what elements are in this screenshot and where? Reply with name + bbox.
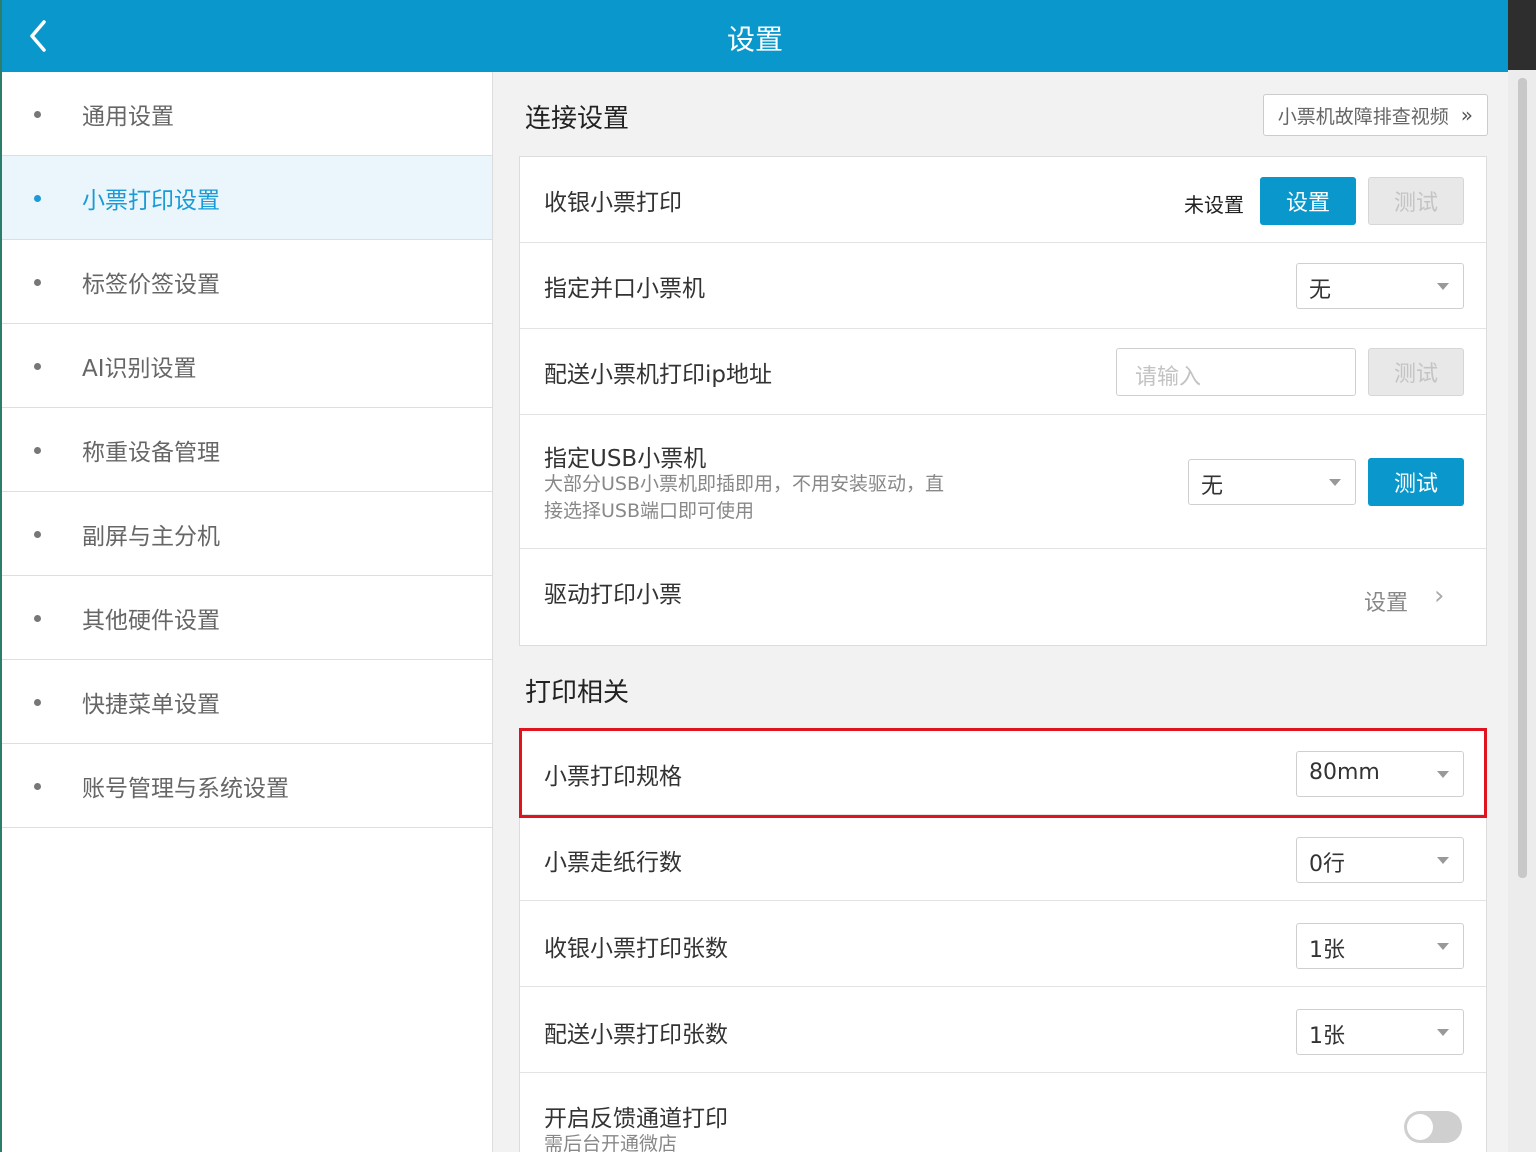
cashier-copies-select[interactable]: 1张 (1296, 923, 1464, 969)
feedback-hint: 需后台开通微店 (544, 1133, 678, 1152)
settings-sidebar: 通用设置 小票打印设置 标签价签设置 AI识别设置 称重设备管理 副屏与主分机 … (2, 72, 493, 1152)
print-spec-select[interactable]: 80mm (1296, 751, 1464, 797)
bullet-icon (34, 783, 41, 790)
caret-down-icon (1437, 283, 1449, 290)
row-delivery-copies: 配送小票打印张数 1张 (520, 987, 1486, 1073)
sidebar-item-scale[interactable]: 称重设备管理 (2, 408, 492, 492)
settings-content: 连接设置 小票机故障排查视频 » 收银小票打印 未设置 设置 测试 指定并口小票… (493, 72, 1508, 1152)
caret-down-icon (1437, 771, 1449, 778)
chevron-right-icon: › (1434, 581, 1445, 611)
sidebar-item-ai[interactable]: AI识别设置 (2, 324, 492, 408)
scrollbar-thumb[interactable] (1518, 78, 1527, 878)
row-paper-feed: 小票走纸行数 0行 (520, 815, 1486, 901)
page-title: 设置 (726, 23, 783, 56)
window-scrollbar[interactable] (1508, 0, 1536, 1152)
sidebar-item-other-hardware[interactable]: 其他硬件设置 (2, 576, 492, 660)
troubleshoot-video-button[interactable]: 小票机故障排查视频 » (1262, 94, 1488, 136)
row-label: 小票走纸行数 (544, 850, 682, 876)
row-cashier-copies: 收银小票打印张数 1张 (520, 901, 1486, 987)
test-button[interactable]: 测试 (1368, 458, 1464, 506)
select-value: 1张 (1309, 938, 1345, 963)
feedback-toggle[interactable] (1404, 1111, 1462, 1143)
select-value: 80mm (1309, 760, 1380, 785)
row-label: 开启反馈通道打印 (544, 1106, 728, 1132)
row-label: 指定USB小票机 (544, 446, 707, 472)
scrollbar-top-region (1508, 0, 1536, 70)
row-delivery-ip: 配送小票机打印ip地址 请输入 测试 (520, 329, 1486, 415)
row-label: 小票打印规格 (544, 764, 682, 790)
double-chevron-right-icon: » (1460, 103, 1473, 127)
row-label: 配送小票打印张数 (544, 1022, 728, 1048)
caret-down-icon (1437, 1029, 1449, 1036)
sidebar-item-account-system[interactable]: 账号管理与系统设置 (2, 744, 492, 828)
row-usb-printer: 指定USB小票机 大部分USB小票机即插即用，不用安装驱动，直 接选择USB端口… (520, 415, 1486, 549)
status-text: 未设置 (1184, 193, 1244, 217)
test-button[interactable]: 测试 (1368, 177, 1464, 225)
delivery-ip-input[interactable]: 请输入 (1116, 348, 1356, 396)
select-value: 0行 (1309, 852, 1345, 877)
row-cashier-print: 收银小票打印 未设置 设置 测试 (520, 157, 1486, 243)
parallel-printer-select[interactable]: 无 (1296, 263, 1464, 309)
top-bar: 设置 (2, 0, 1508, 72)
sidebar-item-label: 标签价签设置 (82, 271, 220, 298)
sidebar-item-general[interactable]: 通用设置 (2, 72, 492, 156)
bullet-icon (34, 111, 41, 118)
row-label: 收银小票打印 (544, 190, 682, 216)
sidebar-item-label: 小票打印设置 (82, 187, 220, 214)
bullet-icon (34, 195, 41, 202)
usb-hint-line2: 接选择USB端口即可使用 (544, 500, 755, 522)
delivery-copies-select[interactable]: 1张 (1296, 1009, 1464, 1055)
caret-down-icon (1329, 479, 1341, 486)
bullet-icon (34, 363, 41, 370)
troubleshoot-video-label: 小票机故障排查视频 (1277, 105, 1449, 128)
sidebar-item-receipt-print[interactable]: 小票打印设置 (2, 156, 492, 240)
section-title-connection: 连接设置 (525, 104, 630, 134)
sidebar-item-label: 副屏与主分机 (82, 523, 220, 550)
driver-set-link[interactable]: 设置 (1364, 585, 1408, 617)
connection-card: 收银小票打印 未设置 设置 测试 指定并口小票机 无 配送小票机打印ip地址 请… (519, 156, 1487, 646)
set-button[interactable]: 设置 (1260, 177, 1356, 225)
section-title-printing: 打印相关 (525, 678, 630, 708)
row-driver-print[interactable]: 驱动打印小票 设置 › (520, 549, 1486, 645)
printing-card: 小票打印规格 80mm 小票走纸行数 0行 收银小票打印张数 1张 配送小票打印… (519, 728, 1487, 1152)
row-label: 收银小票打印张数 (544, 936, 728, 962)
sidebar-item-label: AI识别设置 (82, 355, 197, 382)
sidebar-item-secondary-screen[interactable]: 副屏与主分机 (2, 492, 492, 576)
paper-feed-select[interactable]: 0行 (1296, 837, 1464, 883)
usb-hint-line1: 大部分USB小票机即插即用，不用安装驱动，直 (544, 473, 945, 495)
caret-down-icon (1437, 857, 1449, 864)
test-button[interactable]: 测试 (1368, 348, 1464, 396)
select-value: 无 (1309, 278, 1332, 303)
bullet-icon (34, 615, 41, 622)
sidebar-item-label: 称重设备管理 (82, 439, 220, 466)
select-value: 无 (1201, 474, 1224, 499)
sidebar-item-label: 账号管理与系统设置 (82, 775, 289, 802)
row-parallel-printer: 指定并口小票机 无 (520, 243, 1486, 329)
toggle-knob (1407, 1114, 1433, 1140)
row-feedback-print: 开启反馈通道打印 需后台开通微店 (520, 1073, 1486, 1152)
sidebar-item-label: 通用设置 (82, 103, 174, 130)
row-label: 指定并口小票机 (544, 276, 705, 302)
sidebar-item-label: 其他硬件设置 (82, 607, 220, 634)
sidebar-item-shortcut-menu[interactable]: 快捷菜单设置 (2, 660, 492, 744)
bullet-icon (34, 279, 41, 286)
bullet-icon (34, 699, 41, 706)
caret-down-icon (1437, 943, 1449, 950)
sidebar-item-label: 快捷菜单设置 (82, 691, 220, 718)
input-placeholder: 请输入 (1135, 365, 1202, 390)
settings-window: 设置 通用设置 小票打印设置 标签价签设置 AI识别设置 称重设备管理 副屏与主… (0, 0, 1508, 1152)
usb-printer-select[interactable]: 无 (1188, 459, 1356, 505)
bullet-icon (34, 531, 41, 538)
row-label: 驱动打印小票 (544, 582, 682, 608)
row-print-spec: 小票打印规格 80mm (520, 729, 1486, 815)
row-label: 配送小票机打印ip地址 (544, 362, 772, 388)
bullet-icon (34, 447, 41, 454)
sidebar-item-label-price[interactable]: 标签价签设置 (2, 240, 492, 324)
select-value: 1张 (1309, 1024, 1345, 1049)
